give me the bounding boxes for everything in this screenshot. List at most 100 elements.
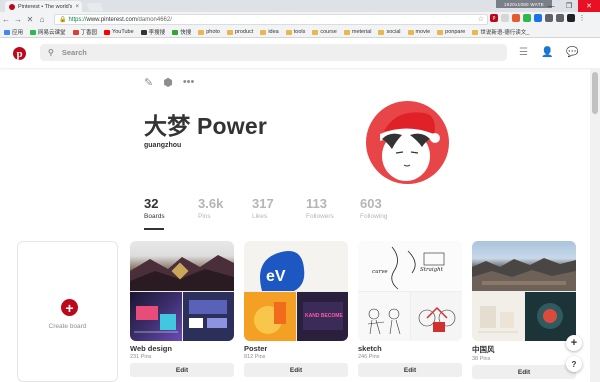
bookmark-favicon-icon [4, 29, 10, 35]
stat-likes[interactable]: 317 Likes [252, 196, 306, 220]
edit-board-button[interactable]: Edit [130, 363, 234, 377]
stat-pins[interactable]: 3.6k Pins [198, 196, 252, 220]
close-window-button[interactable]: ✕ [578, 0, 600, 12]
bookmarks-bar: 应用 网易云课堂 丁香园 YouTube 李搜搜 快搜 photo product idea to… [0, 27, 600, 38]
profile-location: guangzhou [144, 142, 182, 149]
stat-following[interactable]: 603 Following [360, 196, 414, 220]
extension-icon[interactable] [523, 14, 531, 22]
more-options-icon[interactable]: ••• [183, 76, 195, 89]
extension-icon[interactable] [556, 14, 564, 22]
bookmark-item[interactable]: ponpare [437, 29, 465, 35]
new-tab-button[interactable] [86, 3, 104, 11]
active-tab-indicator [144, 228, 164, 230]
add-pin-button[interactable]: + [566, 335, 582, 351]
bookmark-label: idea [268, 29, 279, 35]
extension-icon[interactable] [545, 14, 553, 22]
folder-icon [378, 29, 385, 35]
cover-image [472, 241, 576, 291]
cover-image [358, 292, 410, 341]
poster-cover-text: KAND BECOME [305, 313, 343, 319]
scrollbar-thumb[interactable] [592, 72, 598, 114]
stat-label: Pins [198, 213, 211, 220]
user-icon[interactable]: 👤 [541, 47, 553, 58]
board-cover[interactable] [130, 241, 234, 341]
extension-icon[interactable] [512, 14, 520, 22]
edit-profile-icon[interactable]: ✎ [144, 76, 153, 89]
folder-icon [198, 29, 205, 35]
close-tab-icon[interactable]: × [75, 4, 79, 10]
bookmark-label: meterial [351, 29, 372, 35]
browser-tab[interactable]: Pinterest • The world's × [5, 1, 82, 12]
stat-followers[interactable]: 113 Followers [306, 196, 360, 220]
board-card-sketch[interactable]: curve Straight sketch 246 Pins Edit [358, 241, 462, 377]
bookmark-item[interactable]: 应用 [4, 28, 23, 36]
board-card-web-design[interactable]: Web design 231 Pins Edit [130, 241, 234, 377]
stop-button[interactable]: ✕ [24, 14, 36, 26]
settings-icon[interactable]: ⬢ [163, 76, 173, 89]
back-button[interactable]: ← [0, 14, 12, 26]
bookmark-item[interactable]: social [378, 29, 401, 35]
help-button[interactable]: ? [566, 356, 582, 372]
pinterest-extension-icon[interactable]: p [490, 14, 498, 22]
home-button[interactable]: ⌂ [36, 14, 48, 26]
bookmark-item[interactable]: idea [260, 29, 279, 35]
bookmark-item[interactable]: tools [285, 29, 305, 35]
bookmark-star-icon[interactable]: ☆ [478, 15, 484, 23]
bookmark-item[interactable]: movie [407, 29, 430, 35]
stat-boards[interactable]: 32 Boards [144, 196, 198, 220]
board-cover[interactable] [472, 241, 576, 341]
extension-icon[interactable] [567, 14, 575, 22]
cover-image: curve Straight [358, 241, 462, 291]
maximize-button[interactable]: ❐ [560, 0, 578, 12]
page-scrollbar[interactable] [590, 68, 600, 382]
pinterest-header: p ⚲ Search ☰ 👤 💬 [0, 38, 600, 68]
cover-image [183, 292, 234, 341]
board-pin-count: 38 Pins [472, 356, 491, 362]
cover-image [472, 292, 524, 341]
bookmark-label: ponpare [445, 29, 466, 35]
board-cover[interactable]: eV KAND BECOME [244, 241, 348, 341]
bookmark-item[interactable]: course [312, 29, 337, 35]
avatar[interactable] [366, 101, 449, 184]
bookmark-item[interactable]: product [226, 29, 254, 35]
messages-icon[interactable]: 💬 [566, 47, 578, 58]
cover-image [525, 292, 576, 341]
create-board-card[interactable]: + Create board [17, 241, 118, 382]
sketch-cover-text: curve [372, 269, 388, 275]
forward-button[interactable]: → [12, 14, 24, 26]
board-card-poster[interactable]: eV KAND BECOME Poster 812 Pins Edit [244, 241, 348, 377]
bookmark-item[interactable]: 李搜搜 [140, 28, 165, 36]
extension-icon[interactable] [534, 14, 542, 22]
board-card-chinese-style[interactable]: 中国风 38 Pins Edit [472, 241, 576, 379]
edit-board-button[interactable]: Edit [358, 363, 462, 377]
minimize-button[interactable]: — [542, 0, 560, 12]
edit-board-button[interactable]: Edit [472, 365, 576, 379]
bookmark-item[interactable]: 世说新语-德行读文_ [472, 28, 529, 36]
bookmark-item[interactable]: 丁香园 [72, 28, 97, 36]
browser-tab-bar: Pinterest • The world's × 1920x1080 WATE… [0, 0, 600, 12]
bookmark-item[interactable]: 网易云课堂 [30, 28, 66, 36]
browser-menu-icon[interactable]: ⋮ [578, 14, 586, 22]
bookmark-item[interactable]: photo [198, 29, 220, 35]
pinterest-logo[interactable]: p [13, 47, 26, 60]
cover-image [130, 241, 234, 291]
board-pin-count: 812 Pins [244, 354, 266, 360]
bookmark-favicon-icon [140, 29, 147, 35]
search-input[interactable]: ⚲ Search [40, 44, 507, 61]
bookmark-item[interactable]: YouTube [104, 29, 134, 35]
board-pin-count: 231 Pins [130, 354, 152, 360]
board-cover[interactable]: curve Straight [358, 241, 462, 341]
board-title: 中国风 [472, 345, 495, 354]
profile-actions: ✎ ⬢ ••• [144, 76, 194, 89]
bookmark-label: product [234, 29, 254, 35]
bookmark-item[interactable]: 快搜 [172, 28, 191, 36]
bookmark-favicon-icon [30, 29, 37, 35]
menu-icon[interactable]: ☰ [519, 47, 528, 58]
bookmark-item[interactable]: meterial [343, 29, 372, 35]
address-bar[interactable]: 🔒 https:// www.pinterest.com /damon4662/… [54, 14, 488, 25]
search-icon: ⚲ [48, 48, 54, 57]
extension-icon[interactable] [501, 14, 509, 22]
cover-image [411, 292, 462, 341]
edit-board-button[interactable]: Edit [244, 363, 348, 377]
cover-image [244, 292, 296, 341]
